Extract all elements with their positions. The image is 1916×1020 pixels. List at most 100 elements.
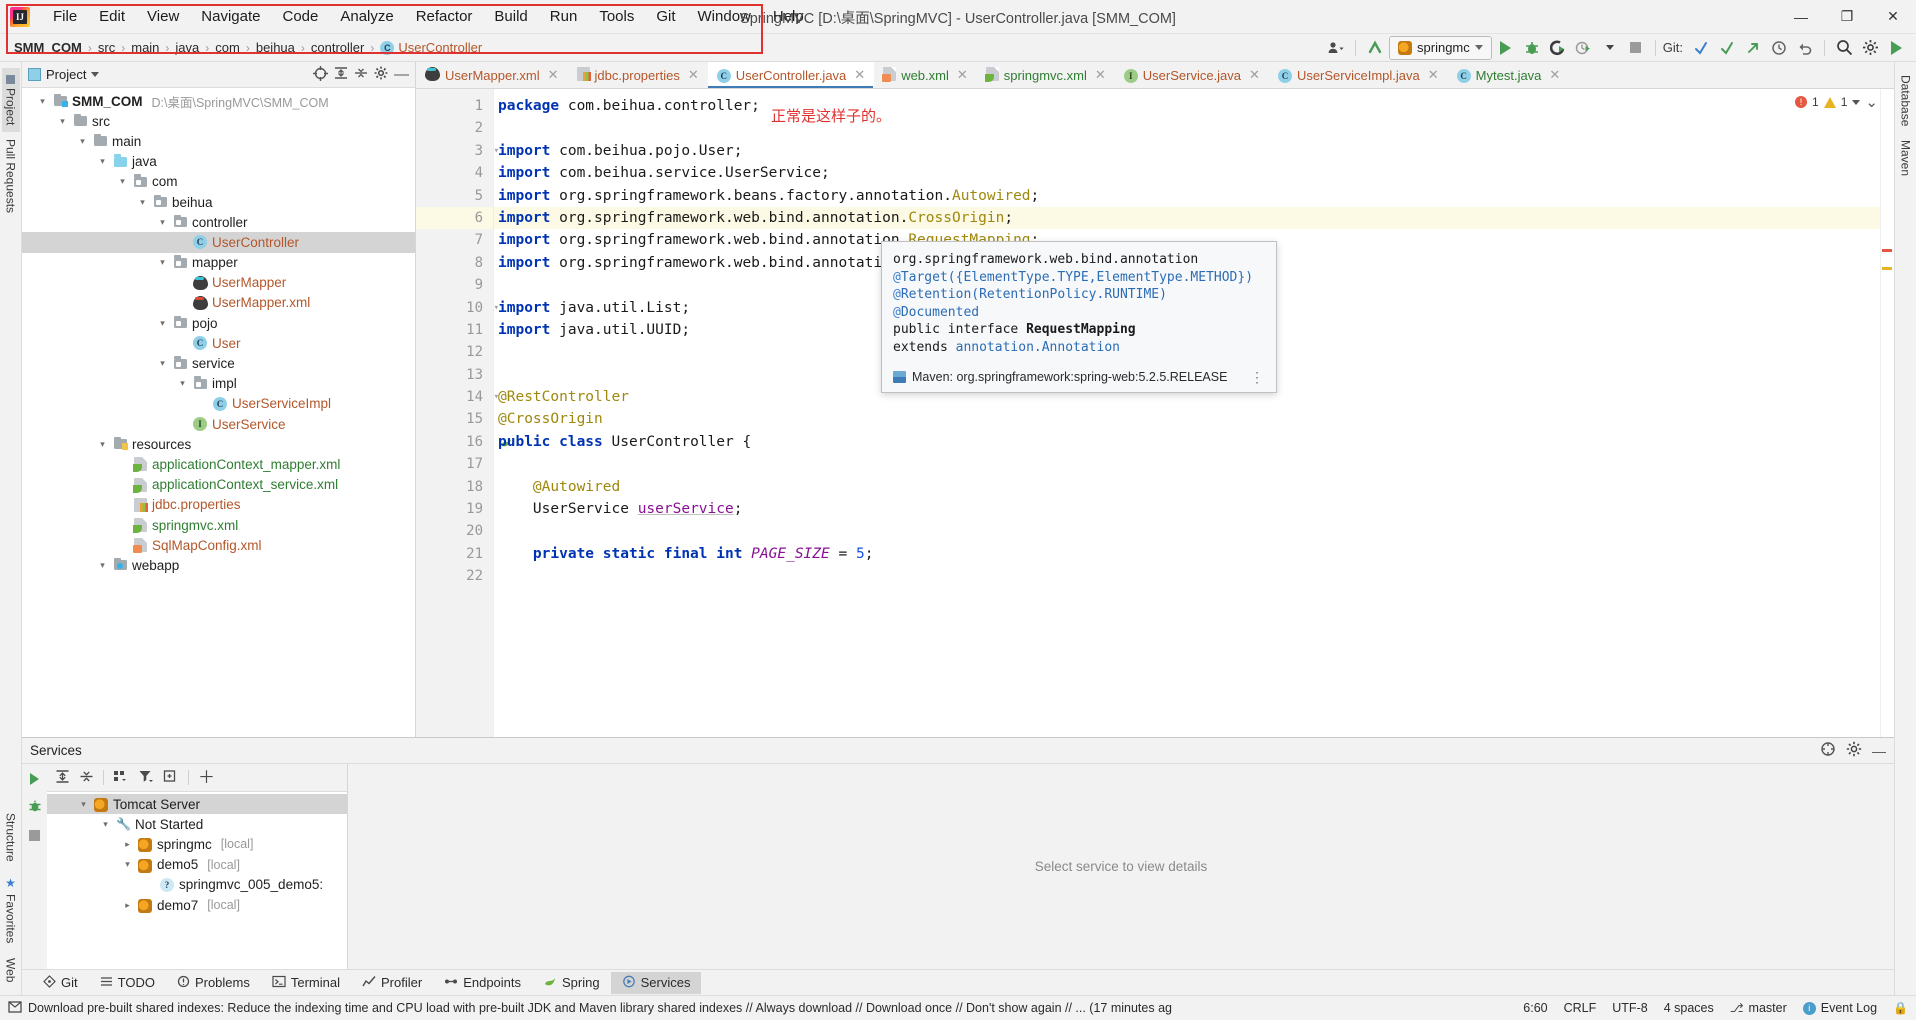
- error-stripe-mark[interactable]: [1882, 267, 1892, 270]
- update-project-icon[interactable]: [1363, 36, 1387, 60]
- tool-window-button-profiler[interactable]: Profiler: [351, 972, 433, 994]
- line-number[interactable]: 20: [416, 520, 493, 542]
- sidebar-item-database[interactable]: Database: [1897, 68, 1915, 133]
- commit-icon[interactable]: [1689, 36, 1713, 60]
- breadcrumb-item-usercontroller[interactable]: C UserController: [376, 40, 486, 55]
- services-tree-item[interactable]: ▸ springmc [local]: [47, 834, 347, 854]
- line-number[interactable]: 6: [416, 206, 493, 230]
- close-tab-icon[interactable]: ✕: [548, 67, 559, 83]
- menu-navigate[interactable]: Navigate: [190, 4, 271, 29]
- services-tree-item[interactable]: ▾ Tomcat Server: [47, 794, 347, 815]
- hide-panel-icon[interactable]: —: [1872, 743, 1886, 759]
- project-tree-item[interactable]: ▾ main: [22, 131, 415, 151]
- menu-file[interactable]: File: [42, 4, 88, 29]
- tool-window-button-todo[interactable]: TODO: [89, 972, 166, 994]
- project-tree-item[interactable]: ▾ service: [22, 353, 415, 373]
- tool-window-button-services[interactable]: Services: [610, 971, 702, 994]
- left-strip-bottom[interactable]: Structure ★ Favorites Web: [2, 806, 20, 995]
- menu-refactor[interactable]: Refactor: [405, 4, 484, 29]
- line-number[interactable]: 3 ▾: [416, 140, 499, 162]
- line-number[interactable]: 7: [416, 229, 493, 251]
- breadcrumb-item-module[interactable]: SMM_COM: [10, 40, 86, 55]
- close-tab-icon[interactable]: ✕: [1549, 67, 1560, 83]
- breadcrumb-item-com[interactable]: com: [211, 40, 244, 55]
- project-tree-item[interactable]: ▾ SMM_COM D:\桌面\SpringMVC\SMM_COM: [22, 91, 415, 111]
- event-log-button[interactable]: i Event Log: [1802, 1001, 1877, 1015]
- history-icon[interactable]: [1767, 36, 1791, 60]
- menu-run[interactable]: Run: [539, 4, 589, 29]
- expand-arrow-icon[interactable]: ▾: [56, 116, 69, 127]
- editor[interactable]: 1 2 3 ▾ 4 5 6 7 8 9 10 ▾ 11 12 13 14 ▾ 15 16 17 18 19 20 21 22 p…: [416, 89, 1894, 737]
- sidebar-item-project[interactable]: Project: [1, 68, 20, 133]
- lock-icon[interactable]: 🔒: [1893, 1001, 1908, 1015]
- line-number[interactable]: 4: [416, 162, 493, 184]
- services-toolbar[interactable]: ＋: [47, 764, 347, 792]
- debug-service-icon[interactable]: [28, 799, 42, 816]
- left-tool-strip[interactable]: Project Pull Requests Structure ★ Favori…: [0, 62, 22, 995]
- code-line[interactable]: import com.beihua.pojo.User;: [494, 140, 1894, 162]
- update-icon[interactable]: [1715, 36, 1739, 60]
- expand-arrow-icon[interactable]: ▾: [156, 318, 169, 329]
- project-tree-item[interactable]: ▾ java: [22, 152, 415, 172]
- tool-window-button-spring[interactable]: Spring: [532, 972, 611, 994]
- menu-tools[interactable]: Tools: [588, 4, 645, 29]
- project-tree-item[interactable]: applicationContext_service.xml: [22, 475, 415, 495]
- run-icon[interactable]: [1494, 36, 1518, 60]
- project-tree[interactable]: ▾ SMM_COM D:\桌面\SpringMVC\SMM_COM ▾ src ▾ main…: [22, 88, 415, 737]
- editor-tab-springmvc-xml[interactable]: springmvc.xml ✕: [977, 62, 1115, 88]
- line-number[interactable]: 21: [416, 543, 493, 565]
- settings-icon[interactable]: [1858, 36, 1882, 60]
- project-tree-item[interactable]: ▾ controller: [22, 212, 415, 232]
- code-line[interactable]: [494, 565, 1894, 587]
- breadcrumb-item-java[interactable]: java: [171, 40, 203, 55]
- profiler-icon[interactable]: [1572, 36, 1596, 60]
- doc-more-icon[interactable]: ⋮: [1250, 369, 1265, 387]
- minimize-button[interactable]: —: [1778, 0, 1824, 34]
- expand-arrow-icon[interactable]: ▾: [99, 819, 112, 830]
- breadcrumb-item-main[interactable]: main: [127, 40, 163, 55]
- hide-panel-icon[interactable]: —: [394, 66, 409, 83]
- expand-arrow-icon[interactable]: ▾: [156, 358, 169, 369]
- tool-window-button-terminal[interactable]: Terminal: [261, 972, 351, 994]
- line-number[interactable]: 18: [416, 476, 493, 498]
- line-number[interactable]: 2: [416, 117, 493, 139]
- expand-arrow-icon[interactable]: ▾: [96, 156, 109, 167]
- close-tab-icon[interactable]: ✕: [1428, 67, 1439, 83]
- line-number[interactable]: 13: [416, 364, 493, 386]
- project-tree-item[interactable]: ▾ pojo: [22, 313, 415, 333]
- editor-tab-jdbc-properties[interactable]: jdbc.properties ✕: [568, 62, 708, 88]
- breadcrumb-item-src[interactable]: src: [94, 40, 119, 55]
- expand-arrow-icon[interactable]: ▾: [156, 217, 169, 228]
- project-tree-item[interactable]: C UserServiceImpl: [22, 394, 415, 414]
- menu-help[interactable]: Help: [762, 4, 815, 29]
- code-line[interactable]: @CrossOrigin: [494, 408, 1894, 430]
- code-line[interactable]: [494, 117, 1894, 139]
- rollback-icon[interactable]: [1793, 36, 1817, 60]
- profiler-dropdown-icon[interactable]: [1598, 36, 1622, 60]
- git-branch[interactable]: ⎇ master: [1730, 1001, 1787, 1015]
- line-number[interactable]: 1: [416, 95, 493, 117]
- run-with-coverage-icon[interactable]: [1546, 36, 1570, 60]
- expand-arrow-icon[interactable]: ▾: [176, 378, 189, 389]
- run-project-icon[interactable]: [1884, 36, 1908, 60]
- line-number[interactable]: 12: [416, 341, 493, 363]
- search-everywhere-icon[interactable]: [1832, 36, 1856, 60]
- menu-edit[interactable]: Edit: [88, 4, 136, 29]
- indent-setting[interactable]: 4 spaces: [1664, 1001, 1714, 1015]
- services-run-gutter[interactable]: [22, 764, 47, 969]
- line-number[interactable]: 22: [416, 565, 493, 587]
- services-header-actions[interactable]: —: [1820, 741, 1886, 760]
- help-icon[interactable]: [1820, 741, 1836, 760]
- project-tree-item[interactable]: UserMapper.xml: [22, 293, 415, 313]
- status-message[interactable]: Download pre-built shared indexes: Reduc…: [28, 1001, 1172, 1015]
- run-service-icon[interactable]: [30, 773, 39, 785]
- editor-tab-usercontroller-java[interactable]: C UserController.java ✕: [707, 62, 875, 88]
- locate-icon[interactable]: [313, 65, 328, 84]
- expand-all-icon[interactable]: [55, 769, 70, 787]
- project-tree-item[interactable]: ▾ beihua: [22, 192, 415, 212]
- chevron-down-icon[interactable]: [1852, 99, 1861, 105]
- stop-service-icon[interactable]: [29, 830, 40, 841]
- close-tab-icon[interactable]: ✕: [1095, 67, 1106, 83]
- documentation-popup[interactable]: org.springframework.web.bind.annotation …: [881, 241, 1277, 394]
- sidebar-item-pull-requests[interactable]: Pull Requests: [2, 132, 20, 220]
